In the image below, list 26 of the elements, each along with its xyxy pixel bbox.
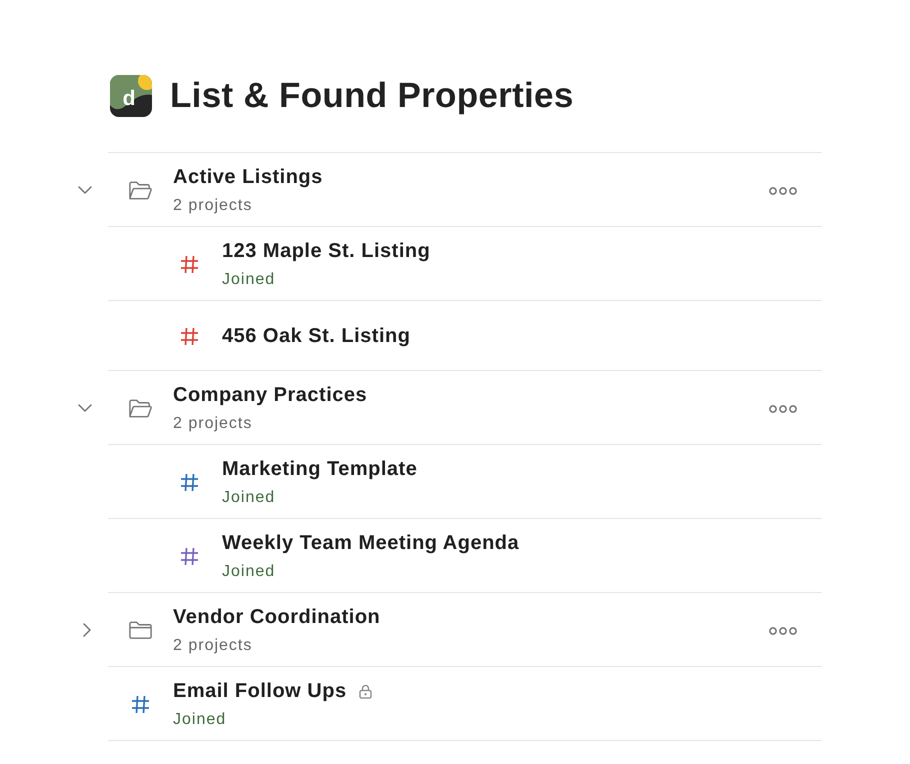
more-options-icon[interactable] [769, 186, 797, 194]
app-logo: d [110, 75, 152, 117]
project-name[interactable]: 123 Maple St. Listing [222, 239, 430, 263]
project-name[interactable]: 456 Oak St. Listing [222, 324, 410, 348]
project-name[interactable]: Email Follow Ups [173, 679, 347, 703]
project-count: 2 projects [173, 636, 254, 656]
more-options-icon[interactable] [769, 404, 797, 412]
page-title: List & Found Properties [170, 76, 574, 116]
open-folder-icon [128, 180, 153, 201]
joined-status: Joined [222, 562, 276, 582]
folder-name[interactable]: Company Practices [173, 383, 368, 407]
joined-status: Joined [222, 488, 276, 508]
more-options-icon[interactable] [769, 626, 797, 634]
project-name[interactable]: Marketing Template [222, 457, 418, 481]
project-count: 2 projects [173, 414, 254, 434]
folder-icon [128, 620, 153, 641]
joined-status: Joined [173, 710, 228, 730]
chevron-right-icon[interactable] [83, 623, 91, 637]
chevron-down-icon[interactable] [78, 404, 92, 412]
project-count: 2 projects [173, 196, 254, 216]
folder-name[interactable]: Vendor Coordination [173, 605, 380, 629]
open-folder-icon [128, 398, 153, 419]
chevron-down-icon[interactable] [78, 186, 92, 194]
folder-name[interactable]: Active Listings [173, 165, 323, 189]
joined-status: Joined [222, 270, 276, 290]
project-name[interactable]: Weekly Team Meeting Agenda [222, 531, 520, 555]
